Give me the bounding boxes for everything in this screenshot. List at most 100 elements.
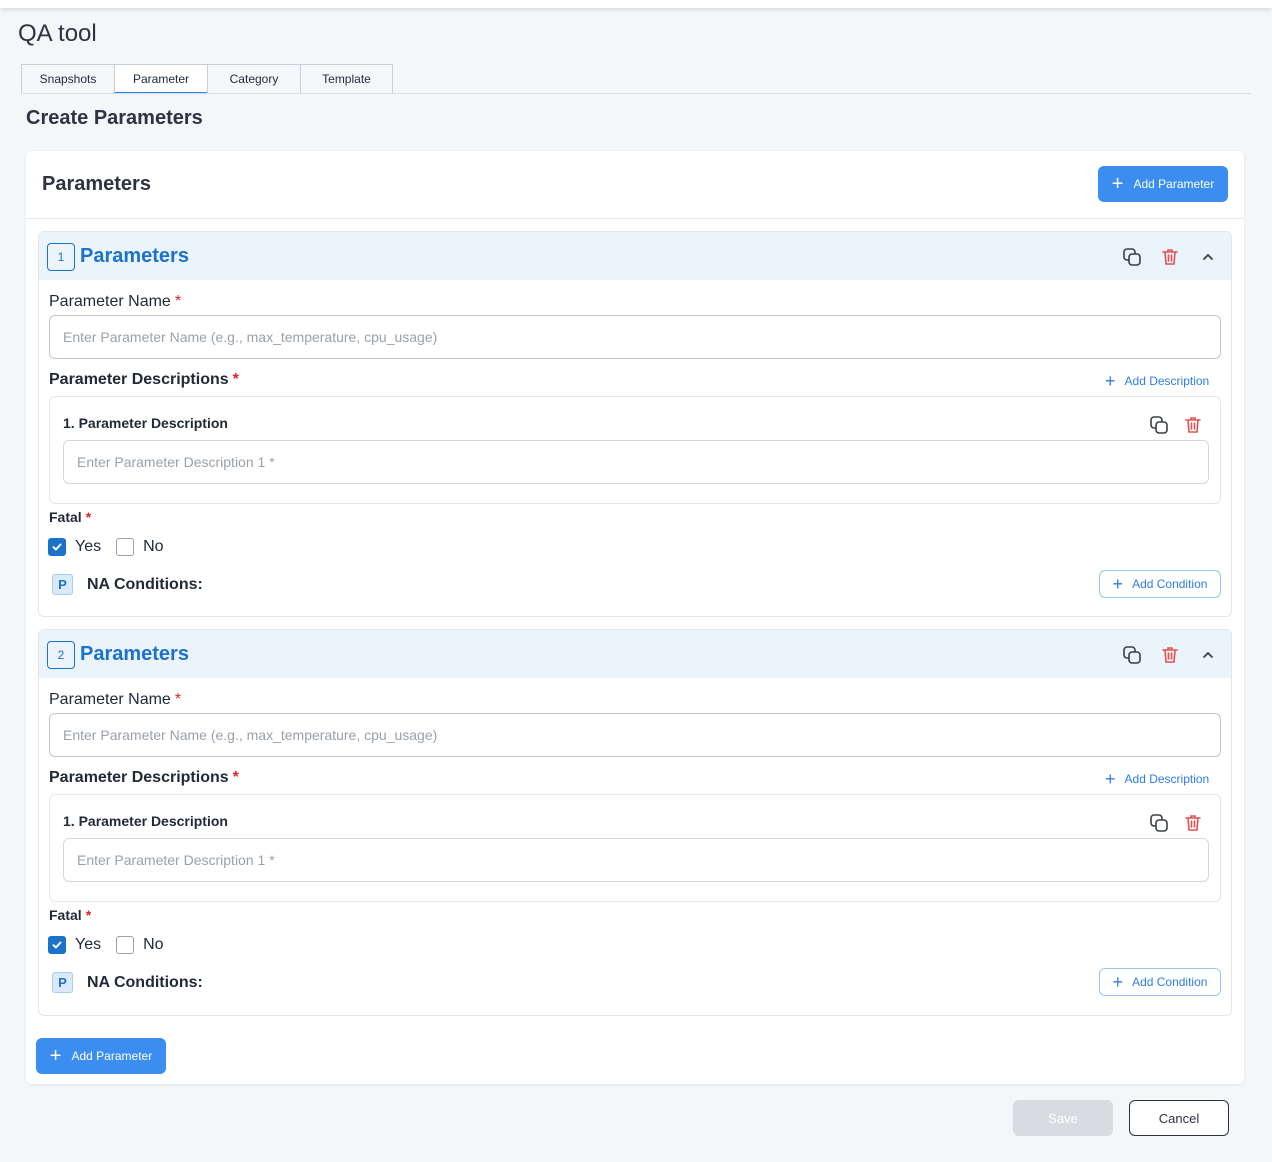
parameter-name-label: Parameter Name * [49, 691, 181, 709]
flag-p-icon: P [52, 972, 73, 993]
parameter-name-input[interactable] [49, 315, 1221, 359]
plus-icon: + [1111, 173, 1124, 195]
add-condition-button[interactable]: + Add Condition [1099, 968, 1221, 996]
parameter-header: 2 Parameters [39, 630, 1231, 678]
add-condition-label: Add Condition [1132, 577, 1208, 591]
fatal-yes-label: Yes [75, 936, 102, 953]
parameter-descriptions-label-text: Parameter Descriptions [49, 769, 229, 786]
duplicate-description-button[interactable] [1147, 811, 1171, 835]
trash-icon [1185, 417, 1201, 433]
fatal-yes-checkbox[interactable] [48, 936, 66, 954]
add-description-button[interactable]: + Add Description [1105, 770, 1209, 788]
add-description-label: Add Description [1124, 374, 1210, 388]
parameter-descriptions-label-text: Parameter Descriptions [49, 371, 229, 388]
add-description-label: Add Description [1124, 772, 1210, 786]
description-input[interactable] [63, 838, 1209, 882]
required-marker: * [174, 691, 182, 708]
plus-icon: + [1105, 371, 1116, 391]
parameter-name-label-text: Parameter Name [49, 293, 171, 310]
parameter-block-2: 2 Parameters Parameter Name* Parameter D… [38, 629, 1232, 1016]
fatal-no-label: No [143, 936, 164, 953]
top-bar [0, 0, 1272, 8]
chevron-up-icon [1203, 253, 1213, 260]
parameter-name-label: Parameter Name * [49, 293, 181, 311]
cancel-button[interactable]: Cancel [1129, 1100, 1229, 1136]
copy-icon [1123, 248, 1141, 266]
na-conditions-label: NA Conditions: [87, 973, 203, 991]
app-title: QA tool [18, 20, 97, 47]
description-label: 1. Parameter Description [63, 415, 228, 431]
fatal-label: Fatal * [49, 509, 91, 525]
tab-bar: Snapshots Parameter Category Template [21, 64, 393, 94]
parameter-index-badge: 1 [47, 243, 75, 271]
na-conditions-row: P NA Conditions: [52, 972, 203, 993]
duplicate-description-button[interactable] [1147, 413, 1171, 437]
add-parameter-label: Add Parameter [71, 1049, 153, 1063]
trash-icon [1162, 249, 1178, 265]
description-label: 1. Parameter Description [63, 813, 228, 829]
delete-parameter-button[interactable] [1158, 245, 1182, 269]
add-parameter-label: Add Parameter [1133, 177, 1215, 191]
fatal-label-text: Fatal [49, 907, 82, 923]
required-marker: * [85, 907, 92, 923]
parameter-header: 1 Parameters [39, 232, 1231, 280]
collapse-parameter-button[interactable] [1196, 245, 1220, 269]
required-marker: * [174, 293, 182, 310]
add-condition-button[interactable]: + Add Condition [1099, 570, 1221, 598]
delete-description-button[interactable] [1181, 811, 1205, 835]
description-item: 1. Parameter Description [49, 794, 1221, 902]
plus-icon: + [49, 1045, 62, 1067]
copy-icon [1150, 416, 1168, 434]
tab-parameter[interactable]: Parameter [114, 64, 207, 94]
trash-icon [1185, 815, 1201, 831]
parameter-index-badge: 2 [47, 641, 75, 669]
check-icon [52, 543, 62, 551]
tab-snapshots[interactable]: Snapshots [21, 64, 114, 94]
parameter-title: Parameters [80, 245, 189, 267]
fatal-yes-checkbox[interactable] [48, 538, 66, 556]
fatal-no-checkbox[interactable] [116, 538, 135, 556]
check-icon [52, 941, 62, 949]
parameter-name-input[interactable] [49, 713, 1221, 757]
add-parameter-button-top[interactable]: + Add Parameter [1098, 166, 1228, 202]
description-input[interactable] [63, 440, 1209, 484]
required-marker: * [232, 371, 239, 388]
fatal-options: Yes No [48, 936, 164, 954]
parameter-descriptions-label: Parameter Descriptions * [49, 371, 239, 389]
trash-icon [1162, 647, 1178, 663]
fatal-label-text: Fatal [49, 509, 82, 525]
collapse-parameter-button[interactable] [1196, 643, 1220, 667]
parameter-block-1: 1 Parameters Parameter Name* Parameter D… [38, 231, 1232, 617]
tab-template[interactable]: Template [300, 64, 393, 94]
fatal-options: Yes No [48, 538, 164, 556]
duplicate-parameter-button[interactable] [1120, 643, 1144, 667]
copy-icon [1150, 814, 1168, 832]
na-conditions-row: P NA Conditions: [52, 574, 203, 595]
plus-icon: + [1105, 769, 1116, 789]
card-header: Parameters + Add Parameter [26, 151, 1244, 219]
delete-parameter-button[interactable] [1158, 643, 1182, 667]
parameter-title: Parameters [80, 643, 189, 665]
add-parameter-button-bottom[interactable]: + Add Parameter [36, 1038, 166, 1074]
delete-description-button[interactable] [1181, 413, 1205, 437]
required-marker: * [232, 769, 239, 786]
parameter-descriptions-label: Parameter Descriptions * [49, 769, 239, 787]
add-condition-label: Add Condition [1132, 975, 1208, 989]
card-title: Parameters [42, 173, 151, 195]
fatal-no-checkbox[interactable] [116, 936, 135, 954]
required-marker: * [85, 509, 92, 525]
duplicate-parameter-button[interactable] [1120, 245, 1144, 269]
fatal-yes-label: Yes [75, 538, 102, 555]
fatal-label: Fatal * [49, 907, 91, 923]
plus-icon: + [1112, 574, 1124, 594]
save-button[interactable]: Save [1013, 1100, 1113, 1136]
add-description-button[interactable]: + Add Description [1105, 372, 1209, 390]
parameter-name-label-text: Parameter Name [49, 691, 171, 708]
description-item: 1. Parameter Description [49, 396, 1221, 504]
tabs-divider [21, 93, 1251, 94]
na-conditions-label: NA Conditions: [87, 575, 203, 593]
copy-icon [1123, 646, 1141, 664]
tab-category[interactable]: Category [207, 64, 300, 94]
chevron-up-icon [1203, 651, 1213, 658]
page-title: Create Parameters [26, 107, 203, 129]
